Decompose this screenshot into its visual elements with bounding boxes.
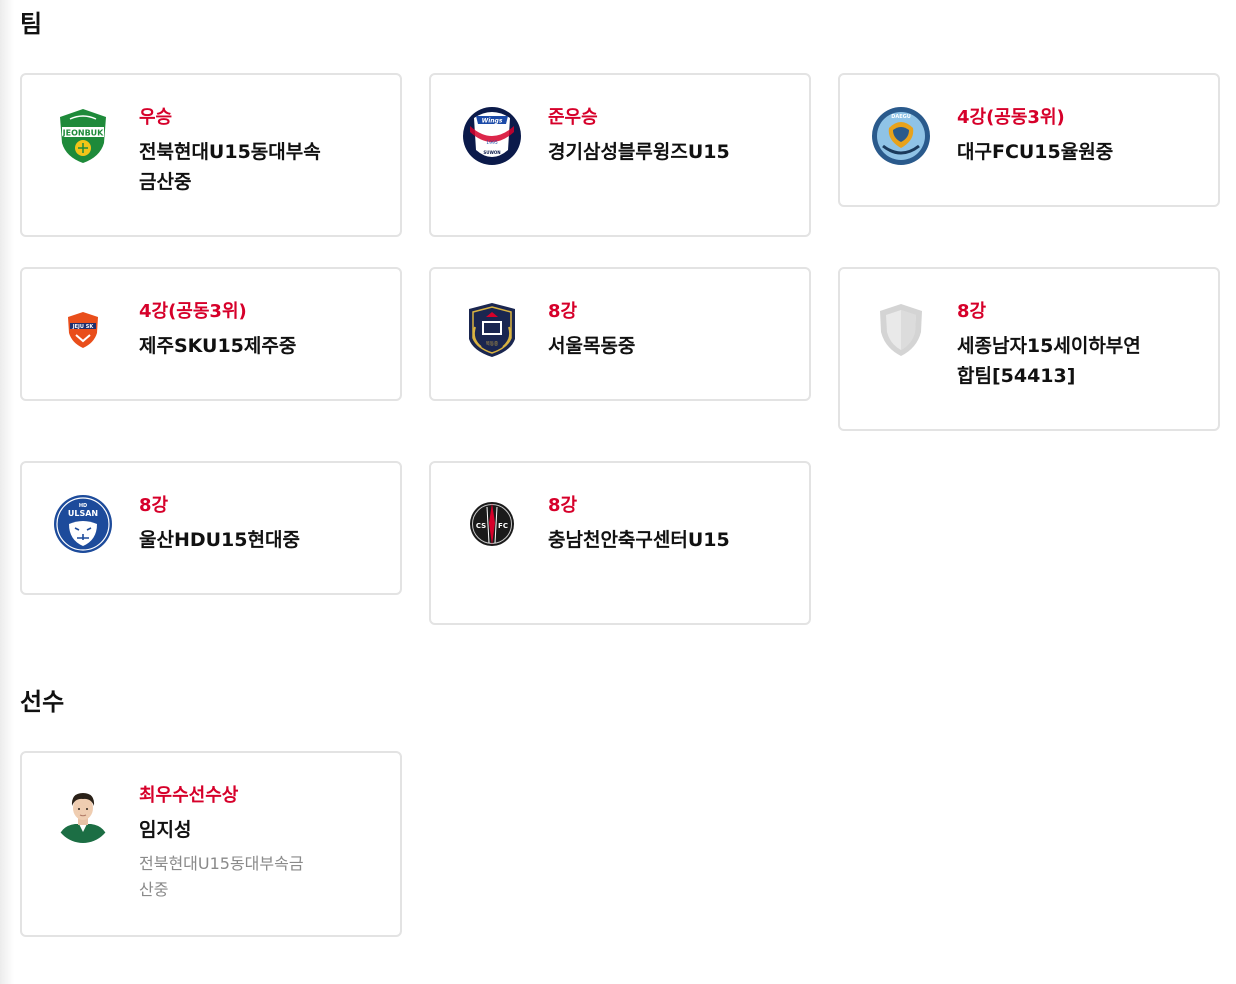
svg-text:목동중: 목동중: [486, 341, 498, 347]
team-rank: 4강(공동3위): [957, 107, 1065, 128]
team-name: 세종남자15세이하부연합팀[54413]: [957, 335, 1141, 387]
team-card[interactable]: 8강 세종남자15세이하부연합팀[54413]: [838, 267, 1220, 431]
svg-text:JEJU SK: JEJU SK: [72, 324, 95, 330]
svg-text:ULSAN: ULSAN: [68, 509, 98, 518]
jeonbuk-logo-icon: JEONBUK: [52, 105, 114, 167]
award-label: 최우수선수상: [139, 785, 239, 806]
cheonan-logo-icon: CS FC: [461, 493, 523, 555]
left-edge-shadow: [0, 0, 14, 984]
team-rank: 8강: [548, 301, 578, 322]
svg-text:FC: FC: [498, 522, 508, 530]
jeju-logo-icon: JEJU SK: [52, 299, 114, 361]
team-rank: 4강(공동3위): [139, 301, 247, 322]
team-card[interactable]: JEJU SK 4강(공동3위) 제주SKU15제주중: [20, 267, 402, 401]
team-rank: 8강: [139, 495, 169, 516]
svg-text:Wings: Wings: [482, 118, 503, 125]
svg-text:1995: 1995: [486, 140, 498, 146]
team-name: 경기삼성블루윙즈U15: [548, 141, 730, 163]
team-name: 제주SKU15제주중: [139, 335, 297, 357]
team-rank: 우승: [139, 107, 173, 128]
team-name: 전북현대U15동대부속금산중: [139, 141, 321, 193]
team-card[interactable]: CS FC 8강 충남천안축구센터U15: [429, 461, 811, 625]
default-shield-icon: [870, 299, 932, 361]
daegu-logo-icon: DAEGU: [870, 105, 932, 167]
team-rank: 8강: [957, 301, 987, 322]
team-card[interactable]: DAEGU 4강(공동3위) 대구FCU15율원중: [838, 73, 1220, 207]
team-card[interactable]: Wings 1995 SUWON 준우승 경기삼성블루윙즈U15: [429, 73, 811, 237]
page: 팀 JEONBUK 우승 전북현대U15동대부속금산중 Wings 1995 S…: [0, 0, 1236, 984]
player-section-title: 선수: [20, 688, 65, 716]
svg-text:DAEGU: DAEGU: [891, 114, 911, 120]
player-card[interactable]: 최우수선수상 임지성 전북현대U15동대부속금산중: [20, 751, 402, 937]
team-card[interactable]: HD ULSAN 8강 울산HDU15현대중: [20, 461, 402, 595]
svg-text:SUWON: SUWON: [483, 150, 500, 155]
suwon-logo-icon: Wings 1995 SUWON: [461, 105, 523, 167]
team-name: 서울목동중: [548, 335, 636, 357]
team-name: 대구FCU15율원중: [957, 141, 1114, 163]
team-section-title: 팀: [20, 10, 43, 38]
team-rank: 준우승: [548, 107, 598, 128]
team-rank: 8강: [548, 495, 578, 516]
player-photo: [52, 783, 114, 845]
svg-text:CS: CS: [476, 522, 486, 530]
player-name: 임지성: [139, 819, 192, 841]
team-name: 충남천안축구센터U15: [548, 529, 730, 551]
team-card[interactable]: JEONBUK 우승 전북현대U15동대부속금산중: [20, 73, 402, 237]
player-team: 전북현대U15동대부속금산중: [139, 854, 304, 899]
team-name: 울산HDU15현대중: [139, 529, 300, 551]
svg-text:JEONBUK: JEONBUK: [62, 129, 105, 138]
mokdong-logo-icon: 목동중: [461, 299, 523, 361]
team-card[interactable]: 목동중 8강 서울목동중: [429, 267, 811, 401]
ulsan-logo-icon: HD ULSAN: [52, 493, 114, 555]
